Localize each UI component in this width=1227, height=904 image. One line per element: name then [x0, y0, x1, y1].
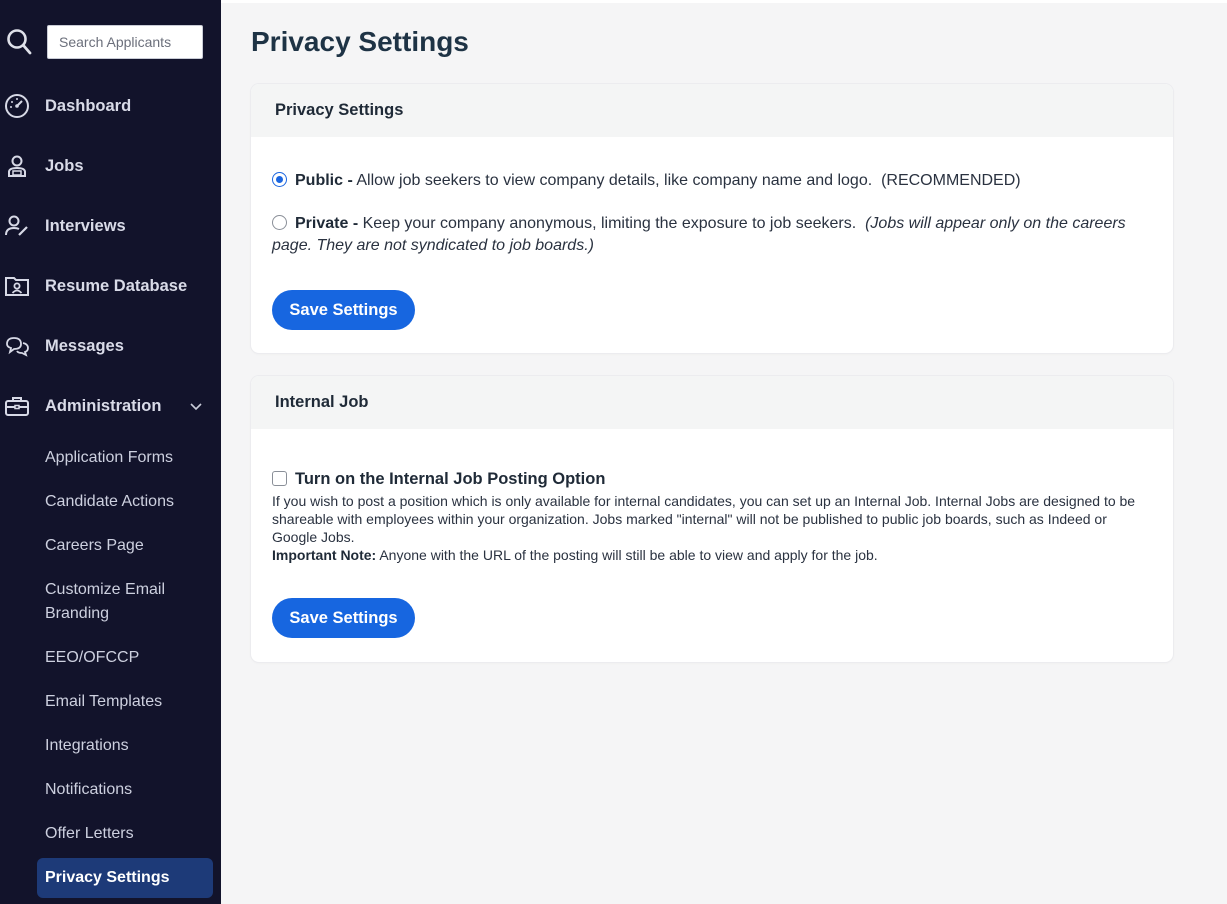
admin-item-integrations[interactable]: Integrations — [45, 734, 213, 758]
admin-item-offer-letters[interactable]: Offer Letters — [45, 822, 213, 846]
messages-icon — [4, 333, 30, 359]
private-label: Private - — [295, 215, 359, 232]
internal-job-card: Internal Job Turn on the Internal Job Po… — [251, 376, 1173, 662]
internal-job-option[interactable]: Turn on the Internal Job Posting Option — [272, 468, 605, 490]
public-recommended-note: (RECOMMENDED) — [881, 172, 1021, 189]
internal-job-description: If you wish to post a position which is … — [272, 493, 1136, 545]
privacy-settings-card: Privacy Settings Public - Allow job seek… — [251, 84, 1173, 353]
nav-resume-database-label: Resume Database — [45, 276, 188, 295]
search-input[interactable] — [47, 25, 203, 59]
internal-save-button[interactable]: Save Settings — [272, 598, 415, 638]
important-note-label: Important Note: — [272, 547, 377, 563]
nav-resume-database[interactable]: Resume Database — [0, 266, 221, 306]
public-label: Public - — [295, 172, 353, 189]
admin-item-candidate-actions[interactable]: Candidate Actions — [45, 490, 213, 514]
search-row — [0, 25, 221, 59]
internal-job-checkbox-label: Turn on the Internal Job Posting Option — [295, 470, 606, 488]
important-note-text: Anyone with the URL of the posting will … — [379, 547, 878, 563]
nav-dashboard[interactable]: Dashboard — [0, 86, 221, 126]
briefcase-icon — [4, 393, 30, 419]
chevron-down-icon[interactable] — [188, 398, 204, 414]
nav-interviews[interactable]: Interviews — [0, 206, 221, 246]
privacy-card-header: Privacy Settings — [251, 84, 1173, 137]
public-description: Allow job seekers to view company detail… — [356, 172, 873, 189]
admin-item-application-forms[interactable]: Application Forms — [45, 446, 213, 470]
search-icon[interactable] — [6, 28, 32, 56]
admin-item-careers-page[interactable]: Careers Page — [45, 534, 213, 558]
nav-dashboard-label: Dashboard — [45, 96, 132, 115]
private-option[interactable]: Private - Keep your company anonymous, l… — [272, 213, 1143, 257]
top-border — [221, 0, 1227, 3]
public-option[interactable]: Public - Allow job seekers to view compa… — [272, 170, 1143, 192]
dashboard-icon — [4, 93, 30, 119]
nav-jobs-label: Jobs — [45, 156, 84, 175]
internal-card-header: Internal Job — [251, 376, 1173, 429]
nav-messages-label: Messages — [45, 336, 124, 355]
page-title: Privacy Settings — [251, 26, 469, 57]
admin-item-eeo-ofccp[interactable]: EEO/OFCCP — [45, 646, 213, 670]
admin-item-customize-email-branding[interactable]: Customize Email Branding — [45, 578, 213, 626]
admin-item-email-templates[interactable]: Email Templates — [45, 690, 213, 714]
nav-jobs[interactable]: Jobs — [0, 146, 221, 186]
private-description: Keep your company anonymous, limiting th… — [362, 215, 857, 232]
nav-messages[interactable]: Messages — [0, 326, 221, 366]
nav-interviews-label: Interviews — [45, 216, 126, 235]
privacy-save-button[interactable]: Save Settings — [272, 290, 415, 330]
resume-folder-icon — [4, 273, 30, 299]
interviews-icon — [4, 213, 30, 239]
nav-administration[interactable]: Administration — [0, 386, 221, 426]
admin-item-privacy-settings[interactable]: Privacy Settings — [37, 858, 213, 898]
public-radio[interactable] — [272, 172, 287, 187]
nav-administration-label: Administration — [45, 396, 162, 415]
admin-item-notifications[interactable]: Notifications — [45, 778, 213, 802]
internal-job-checkbox[interactable] — [272, 471, 287, 486]
private-radio[interactable] — [272, 215, 287, 230]
sidebar: Dashboard Jobs Interviews Resume Databas… — [0, 0, 221, 904]
internal-job-help: If you wish to post a position which is … — [272, 492, 1155, 564]
jobs-icon — [4, 153, 30, 179]
